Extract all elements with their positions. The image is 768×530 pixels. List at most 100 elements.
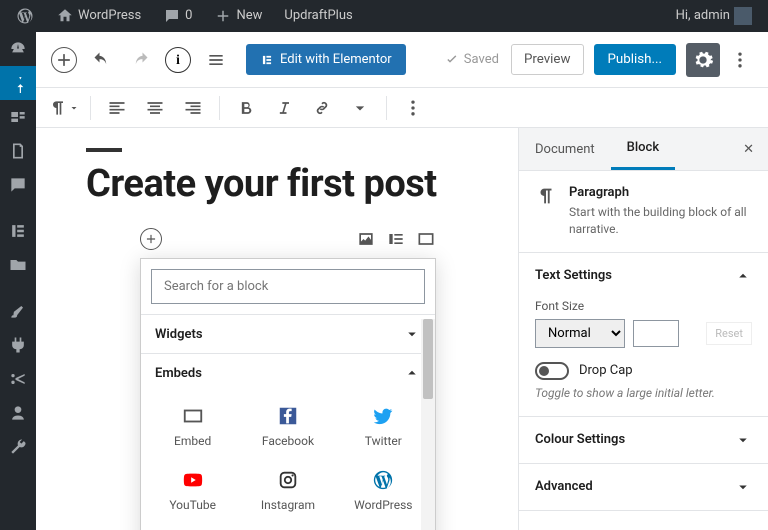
sidebar-media[interactable] bbox=[0, 100, 36, 134]
block-description: Start with the building block of all nar… bbox=[569, 204, 752, 238]
sidebar-posts[interactable] bbox=[0, 66, 36, 100]
block-flickr[interactable]: Flickr bbox=[336, 522, 431, 530]
panel-advanced[interactable]: Advanced bbox=[519, 464, 768, 510]
list-icon bbox=[206, 50, 226, 70]
sidebar-appearance[interactable] bbox=[0, 294, 36, 328]
chevron-up-icon bbox=[734, 267, 752, 285]
editor-canvas[interactable]: Create your first post bbox=[36, 128, 518, 530]
sidebar-plugins[interactable] bbox=[0, 328, 36, 362]
check-icon bbox=[444, 52, 460, 68]
more-menu[interactable] bbox=[722, 42, 758, 78]
comments-count: 0 bbox=[185, 0, 192, 32]
block-youtube[interactable]: YouTube bbox=[145, 458, 240, 522]
paragraph-type-button[interactable] bbox=[46, 90, 82, 126]
advanced-label: Advanced bbox=[535, 479, 593, 494]
wp-logo-menu[interactable] bbox=[8, 7, 42, 25]
italic-button[interactable] bbox=[266, 90, 302, 126]
block-spotify[interactable]: Spotify bbox=[240, 522, 335, 530]
inserter-scrollbar[interactable] bbox=[421, 319, 435, 530]
twitter-icon bbox=[372, 405, 394, 427]
settings-toggle[interactable] bbox=[686, 43, 720, 77]
font-size-input[interactable] bbox=[633, 320, 679, 347]
preview-button[interactable]: Preview bbox=[511, 44, 584, 75]
edit-with-elementor-button[interactable]: Edit with Elementor bbox=[246, 44, 406, 75]
publish-button[interactable]: Publish... bbox=[594, 44, 676, 75]
scrollbar-thumb[interactable] bbox=[423, 319, 433, 399]
drop-cap-hint: Toggle to show a large initial letter. bbox=[535, 386, 752, 400]
sidebar-tools[interactable] bbox=[0, 396, 36, 430]
align-left-button[interactable] bbox=[99, 90, 135, 126]
post-title[interactable]: Create your first post bbox=[86, 162, 468, 206]
sidebar-comments[interactable] bbox=[0, 168, 36, 202]
inserter-section-embeds[interactable]: Embeds bbox=[141, 354, 435, 392]
font-size-label: Font Size bbox=[535, 299, 752, 313]
facebook-icon bbox=[277, 405, 299, 427]
block-inserter: Widgets Embeds EmbedFacebookTwitter YouTu… bbox=[140, 258, 436, 530]
panel-colour-settings[interactable]: Colour Settings bbox=[519, 417, 768, 463]
text-settings-label: Text Settings bbox=[535, 268, 612, 283]
account-menu[interactable]: Hi, admin bbox=[668, 0, 760, 32]
tab-block[interactable]: Block bbox=[611, 128, 675, 170]
inline-add-button[interactable] bbox=[140, 228, 162, 250]
image-icon[interactable] bbox=[356, 229, 376, 249]
editor: i Edit with Elementor Saved Preview Publ… bbox=[36, 32, 768, 530]
block-search-input[interactable] bbox=[151, 269, 425, 304]
tab-document[interactable]: Document bbox=[519, 130, 611, 169]
block-wordpress[interactable]: WordPress bbox=[336, 458, 431, 522]
block-label: YouTube bbox=[169, 498, 216, 512]
pin-icon bbox=[8, 73, 28, 93]
drop-cap-label: Drop Cap bbox=[579, 363, 633, 378]
heading-icon[interactable] bbox=[386, 229, 406, 249]
sidebar-settings[interactable] bbox=[0, 430, 36, 464]
comments-link[interactable]: 0 bbox=[155, 0, 200, 32]
sidebar-dashboard[interactable] bbox=[0, 32, 36, 66]
post-title-block[interactable]: Create your first post bbox=[86, 148, 468, 206]
block-twitter[interactable]: Twitter bbox=[336, 394, 431, 458]
panel-text-settings[interactable]: Text Settings bbox=[519, 253, 768, 299]
chevron-down-icon bbox=[734, 478, 752, 496]
block-more-button[interactable] bbox=[395, 90, 431, 126]
sidebar-templates[interactable] bbox=[0, 248, 36, 282]
undo-button[interactable] bbox=[84, 42, 120, 78]
sidebar-pages[interactable] bbox=[0, 134, 36, 168]
block-instagram[interactable]: Instagram bbox=[240, 458, 335, 522]
link-button[interactable] bbox=[304, 90, 340, 126]
elementor-label: Edit with Elementor bbox=[280, 52, 392, 67]
inspector-close[interactable]: ✕ bbox=[729, 132, 768, 167]
block-soundcloud[interactable]: SoundCloud bbox=[145, 522, 240, 530]
add-block-button[interactable] bbox=[46, 42, 82, 78]
reset-button[interactable]: Reset bbox=[706, 322, 752, 345]
chevron-down-icon bbox=[350, 98, 370, 118]
inserter-quick-toolbar bbox=[140, 224, 436, 258]
redo-button[interactable] bbox=[122, 42, 158, 78]
drop-cap-toggle[interactable] bbox=[535, 362, 569, 380]
sidebar-users[interactable] bbox=[0, 362, 36, 396]
bold-button[interactable] bbox=[228, 90, 264, 126]
outline-button[interactable] bbox=[198, 42, 234, 78]
align-center-button[interactable] bbox=[137, 90, 173, 126]
block-label: Instagram bbox=[261, 498, 315, 512]
sidebar-elementor[interactable] bbox=[0, 214, 36, 248]
kebab-icon bbox=[403, 98, 423, 118]
folder-icon bbox=[8, 255, 28, 275]
dashboard-icon bbox=[8, 39, 28, 59]
new-label: New bbox=[236, 0, 262, 32]
inserter-section-widgets[interactable]: Widgets bbox=[141, 315, 435, 353]
user-icon bbox=[8, 403, 28, 423]
info-button[interactable]: i bbox=[160, 42, 196, 78]
title-accent bbox=[86, 148, 122, 152]
font-size-select[interactable]: Normal bbox=[535, 319, 625, 348]
admin-sidebar bbox=[0, 32, 36, 530]
more-format-button[interactable] bbox=[342, 90, 378, 126]
site-name-link[interactable]: WordPress bbox=[48, 0, 149, 32]
block-facebook[interactable]: Facebook bbox=[240, 394, 335, 458]
updraft-menu[interactable]: UpdraftPlus bbox=[276, 0, 360, 32]
youtube-icon bbox=[182, 469, 204, 491]
elementor-icon bbox=[8, 221, 28, 241]
cover-icon[interactable] bbox=[416, 229, 436, 249]
align-right-button[interactable] bbox=[175, 90, 211, 126]
new-content-link[interactable]: New bbox=[206, 0, 270, 32]
redo-icon bbox=[130, 50, 150, 70]
block-embed[interactable]: Embed bbox=[145, 394, 240, 458]
home-icon bbox=[56, 7, 74, 25]
